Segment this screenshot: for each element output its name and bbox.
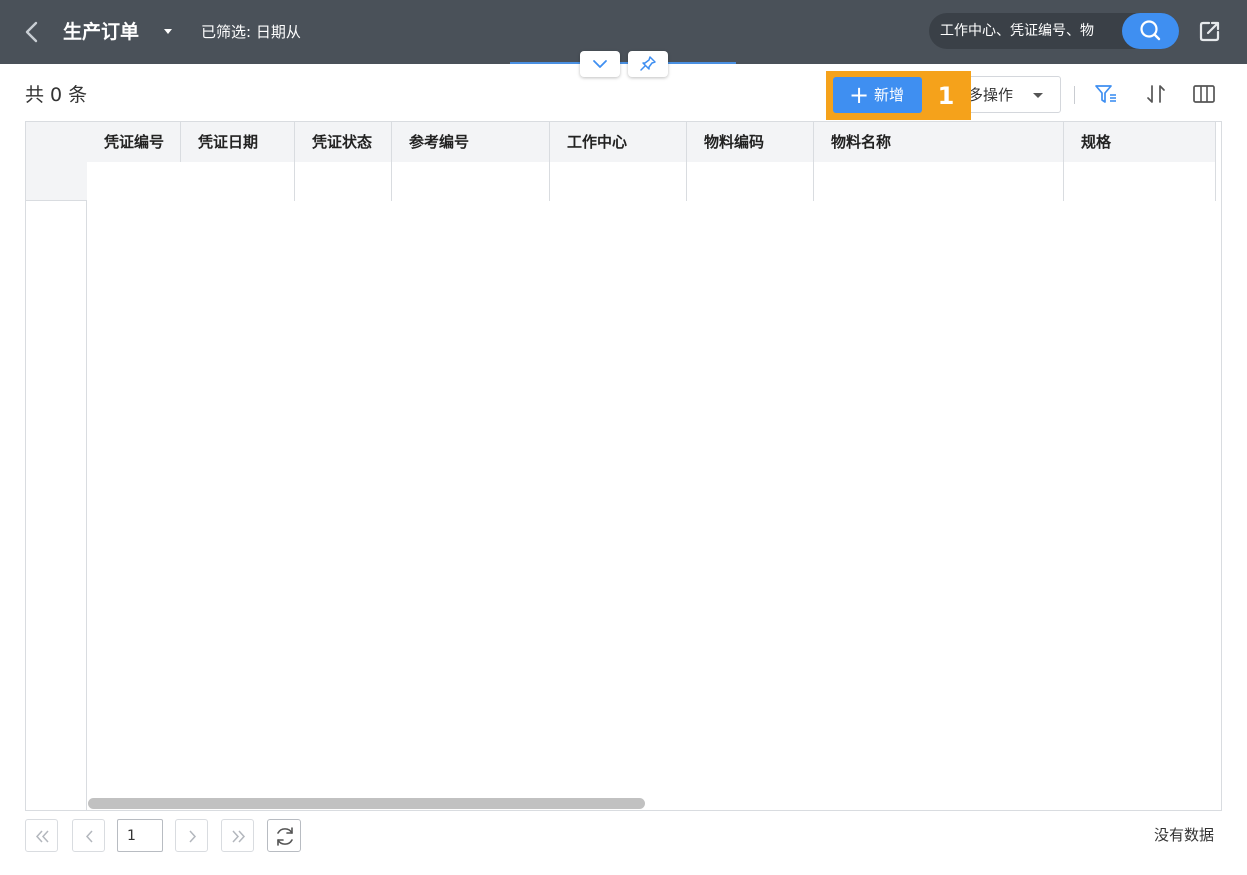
chevron-down-icon [593,60,607,68]
chevron-right-icon [189,830,197,843]
table-header: 凭证编号 凭证日期 凭证状态 参考编号 工作中心 物料编码 物料名称 规格 [87,122,1216,162]
add-new-button[interactable]: + 新增 [833,77,922,113]
pin-filter-button[interactable] [628,51,668,77]
refresh-icon [277,827,293,846]
chevron-left-icon [85,830,93,843]
column-header[interactable]: 凭证状态 [295,122,392,162]
back-arrow-icon[interactable] [20,18,44,46]
toolbar-divider [1074,86,1075,104]
page-title[interactable]: 生产订单 [63,18,139,46]
column-header[interactable]: 凭证编号 [87,122,181,162]
search-input[interactable] [937,19,1117,43]
last-page-button[interactable] [221,819,254,852]
plus-icon: + [849,81,870,109]
caret-down-icon [1033,93,1043,98]
sort-icon[interactable] [1144,83,1168,105]
top-header: 生产订单 已筛选: 日期从 [0,0,1247,64]
refresh-button[interactable] [267,819,301,852]
double-chevron-left-icon [35,830,49,843]
column-filter-cell[interactable] [392,162,550,201]
open-external-icon[interactable] [1198,19,1222,43]
title-dropdown-caret-icon[interactable] [164,29,172,34]
first-page-button[interactable] [25,819,58,852]
step-number-badge: 1 [937,82,955,110]
empty-status-text: 没有数据 [1154,826,1215,844]
column-header[interactable]: 物料编码 [687,122,814,162]
previous-page-button[interactable] [72,819,105,852]
column-header[interactable]: 规格 [1064,122,1216,162]
column-filter-cell[interactable] [550,162,687,201]
filter-icon[interactable] [1094,83,1118,105]
column-filter-cell[interactable] [87,162,181,201]
column-filter-cell[interactable] [687,162,814,201]
add-new-label: 新增 [874,86,905,104]
column-filter-cell[interactable] [181,162,295,201]
record-count: 共 0 条 [25,84,88,106]
pin-icon [640,56,656,71]
search-button[interactable] [1122,13,1179,49]
next-page-button[interactable] [175,819,208,852]
search-icon [1140,20,1161,41]
column-header[interactable]: 物料名称 [814,122,1064,162]
page-number-input[interactable] [117,819,163,852]
column-header[interactable]: 参考编号 [392,122,550,162]
column-filter-cell[interactable] [295,162,392,201]
horizontal-scrollbar[interactable] [88,798,645,809]
columns-icon[interactable] [1192,83,1216,105]
column-filter-cell[interactable] [1064,162,1216,201]
column-header[interactable]: 凭证日期 [181,122,295,162]
active-filter-summary[interactable]: 已筛选: 日期从 [201,20,301,44]
expand-filter-button[interactable] [580,51,620,77]
column-filter-cell[interactable] [814,162,1064,201]
row-selector-column [26,122,87,810]
more-operations-label: 多操作 [968,86,1014,104]
search-box [929,13,1179,49]
row-selector-header [26,122,87,201]
column-header[interactable]: 工作中心 [550,122,687,162]
filter-panel-divider [510,62,736,64]
orders-table: 凭证编号 凭证日期 凭证状态 参考编号 工作中心 物料编码 物料名称 规格 [25,121,1222,811]
double-chevron-right-icon [232,830,246,843]
